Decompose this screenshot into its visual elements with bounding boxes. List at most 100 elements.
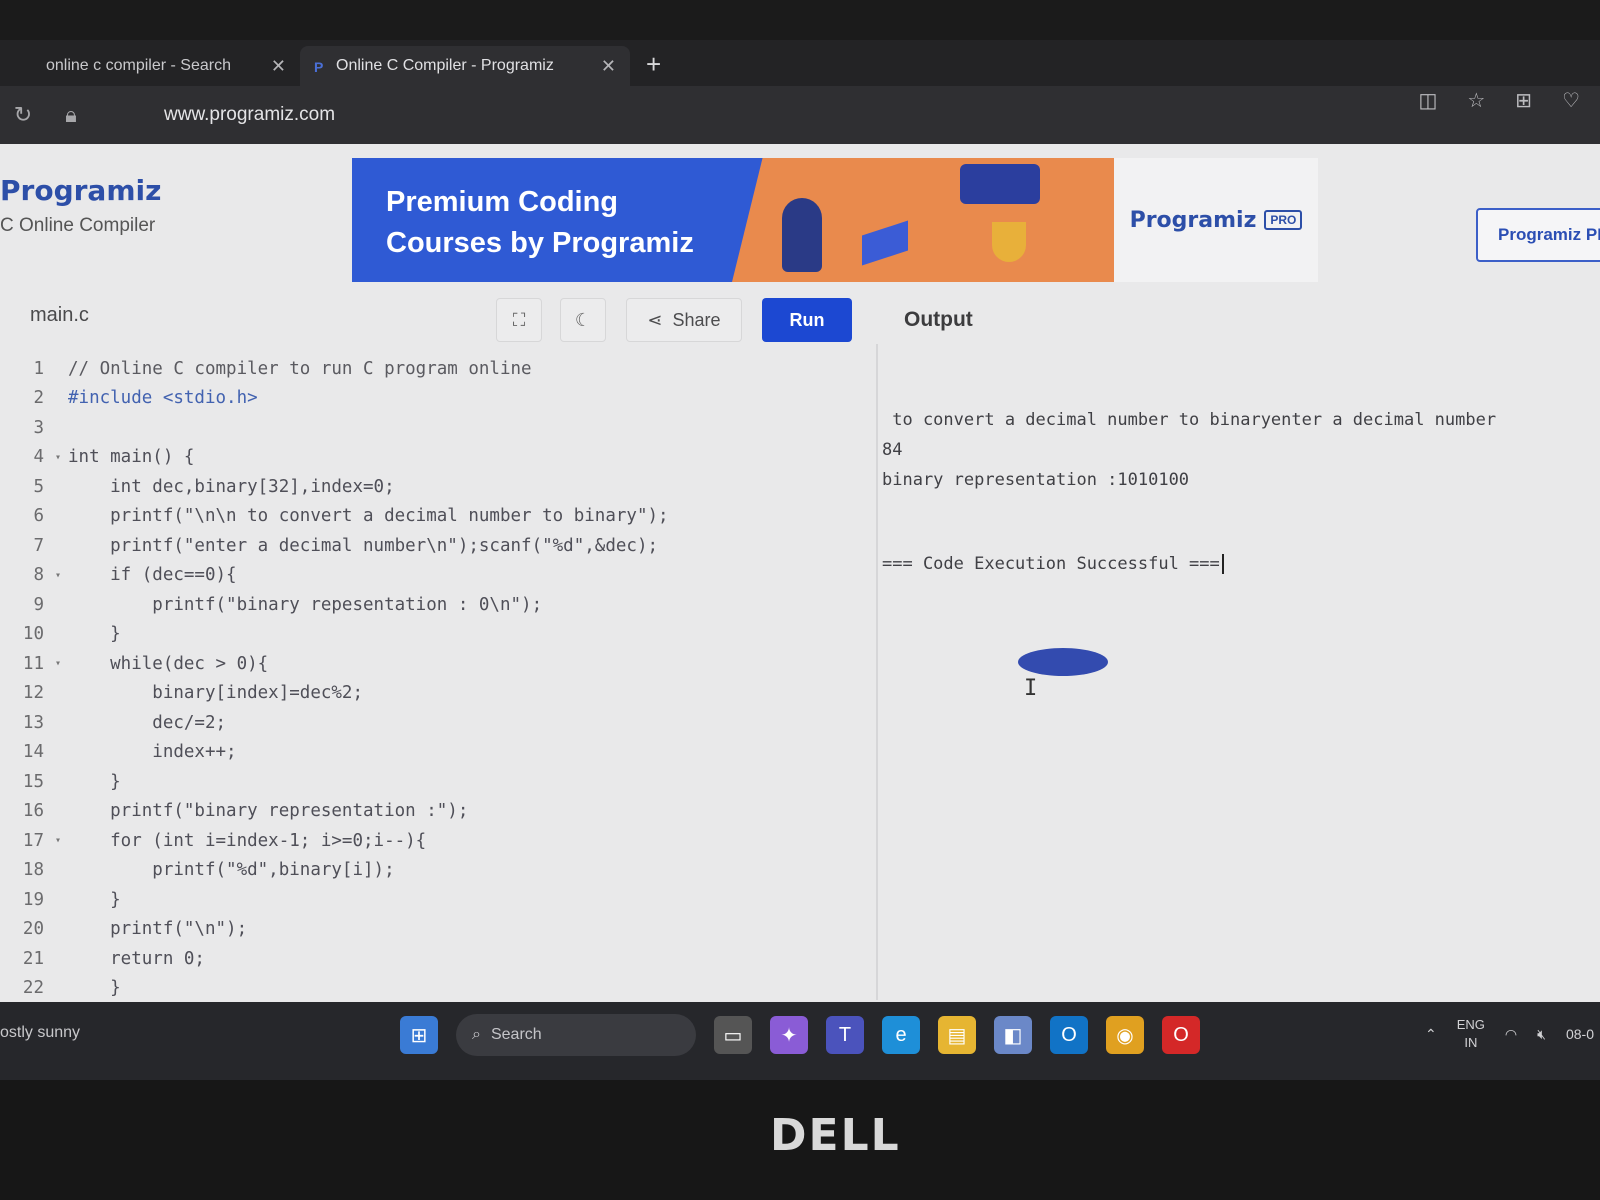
line-number: 18 [22,860,44,881]
code-text: if (dec==0){ [68,565,237,586]
fold-arrow-icon[interactable]: ▾ [48,835,68,846]
fold-arrow-icon[interactable]: ▾ [48,658,68,669]
tab-programiz[interactable]: P Online C Compiler - Programiz ✕ [300,46,630,86]
favorites-icon[interactable]: ☆ [1467,88,1485,113]
code-line[interactable]: 20 printf("\n"); [0,915,870,945]
output-line: binary representation :1010100 [882,470,1190,490]
store-icon[interactable]: ◧ [994,1016,1032,1054]
code-line[interactable]: 18 printf("%d",binary[i]); [0,856,870,886]
code-line[interactable]: 5 int dec,binary[32],index=0; [0,472,870,502]
teams-icon[interactable]: T [826,1016,864,1054]
ad-side-panel[interactable]: Programiz PRO [1114,158,1318,282]
ad-banner[interactable]: Premium Coding Courses by Programiz [352,158,1114,282]
close-tab-icon[interactable]: ✕ [271,56,286,77]
code-line[interactable]: 7 printf("enter a decimal number\n");sca… [0,531,870,561]
code-text: #include <stdio.h> [68,388,258,409]
fullscreen-icon[interactable]: ⛶ [496,298,542,342]
language-indicator[interactable]: ENG IN [1457,1016,1485,1052]
code-editor[interactable]: 1 // Online C compiler to run C program o… [0,354,870,999]
code-line[interactable]: 17 ▾ for (int i=index-1; i>=0;i--){ [0,826,870,856]
code-line[interactable]: 4 ▾ int main() { [0,443,870,473]
taskbar-search[interactable]: ⌕ Search [456,1014,696,1056]
chevron-up-icon[interactable]: ⌃ [1425,1026,1437,1043]
line-number: 7 [33,535,44,556]
line-number: 9 [33,594,44,615]
fold-arrow-icon[interactable]: ▾ [48,570,68,581]
fold-arrow-icon[interactable]: ▾ [48,452,68,463]
opera-icon[interactable]: O [1162,1016,1200,1054]
url-field[interactable]: www.programiz.com [164,104,335,126]
code-line[interactable]: 6 printf("\n\n to convert a decimal numb… [0,502,870,532]
line-number: 3 [33,417,44,438]
chrome-icon[interactable]: ◉ [1106,1016,1144,1054]
ad-logo: Programiz [1129,207,1257,233]
code-text: printf("\n\n to convert a decimal number… [68,506,669,527]
code-line[interactable]: 2 #include <stdio.h> [0,384,870,414]
editor-toolbar: main.c ⛶ ☾ ⋖ Share Run [0,294,880,346]
code-line[interactable]: 15 } [0,767,870,797]
performance-icon[interactable]: ♡ [1562,88,1580,113]
code-line[interactable]: 19 } [0,885,870,915]
code-line[interactable]: 11 ▾ while(dec > 0){ [0,649,870,679]
ink-smudge [1018,648,1108,676]
copilot-icon[interactable]: ✦ [770,1016,808,1054]
line-number: 14 [22,742,44,763]
wifi-icon[interactable]: ◠ [1505,1026,1517,1043]
output-pane[interactable]: to convert a decimal number to binaryent… [882,354,1592,994]
code-line[interactable]: 14 index++; [0,738,870,768]
new-tab-button[interactable]: + [630,49,677,86]
code-text: index++; [68,742,237,763]
programiz-pro-button[interactable]: Programiz PRO [1476,208,1600,262]
close-tab-icon[interactable]: ✕ [601,56,616,77]
windows-start-icon[interactable]: ⊞ [400,1016,438,1054]
refresh-icon[interactable]: ↻ [8,102,38,128]
split-screen-icon[interactable]: ◫ [1418,88,1437,113]
code-text: dec/=2; [68,712,227,733]
share-button[interactable]: ⋖ Share [626,298,742,342]
line-number: 5 [33,476,44,497]
line-number: 6 [33,506,44,527]
programiz-logo[interactable]: Programiz [0,174,161,207]
tab-search[interactable]: online c compiler - Search ✕ [10,46,300,86]
lock-icon[interactable]: 🔒︎ [56,102,86,128]
pane-divider[interactable] [876,344,878,1000]
clock-date[interactable]: 08-0 [1566,1026,1594,1042]
code-line[interactable]: 1 // Online C compiler to run C program o… [0,354,870,384]
outlook-icon[interactable]: O [1050,1016,1088,1054]
line-number: 10 [22,624,44,645]
output-line: to convert a decimal number to binaryent… [882,410,1497,430]
file-tab[interactable]: main.c [30,304,89,327]
weather-widget[interactable]: ostly sunny [0,1024,80,1042]
run-button[interactable]: Run [762,298,852,342]
code-line[interactable]: 9 printf("binary repesentation : 0\n"); [0,590,870,620]
code-line[interactable]: 3 [0,413,870,443]
programiz-page: Programiz C Online Compiler Premium Codi… [0,144,1600,1002]
task-view-icon[interactable]: ▭ [714,1016,752,1054]
code-line[interactable]: 21 return 0; [0,944,870,974]
monitor-bezel: DELL [0,1080,1600,1200]
code-text: for (int i=index-1; i>=0;i--){ [68,830,427,851]
edge-icon[interactable]: e [882,1016,920,1054]
tab-label: Online C Compiler - Programiz [336,57,554,74]
dark-mode-icon[interactable]: ☾ [560,298,606,342]
code-line[interactable]: 10 } [0,620,870,650]
code-line[interactable]: 16 printf("binary representation :"); [0,797,870,827]
line-number: 12 [22,683,44,704]
code-line[interactable]: 12 binary[index]=dec%2; [0,679,870,709]
file-explorer-icon[interactable]: ▤ [938,1016,976,1054]
ibeam-cursor-icon: I [1024,676,1038,701]
code-text: // Online C compiler to run C program on… [68,358,532,379]
code-text: while(dec > 0){ [68,653,269,674]
mute-icon[interactable]: 🔇︎ [1537,1026,1546,1043]
code-text: binary[index]=dec%2; [68,683,364,704]
collections-icon[interactable]: ⊞ [1515,88,1532,113]
code-text: } [68,771,121,792]
brand: Programiz C Online Compiler [0,174,161,237]
trophy-icon [992,222,1026,262]
lang-bottom: IN [1464,1035,1478,1050]
share-label: Share [672,309,721,330]
code-line[interactable]: 22 } [0,974,870,1004]
dell-logo: DELL [770,1110,901,1161]
code-line[interactable]: 8 ▾ if (dec==0){ [0,561,870,591]
code-line[interactable]: 13 dec/=2; [0,708,870,738]
